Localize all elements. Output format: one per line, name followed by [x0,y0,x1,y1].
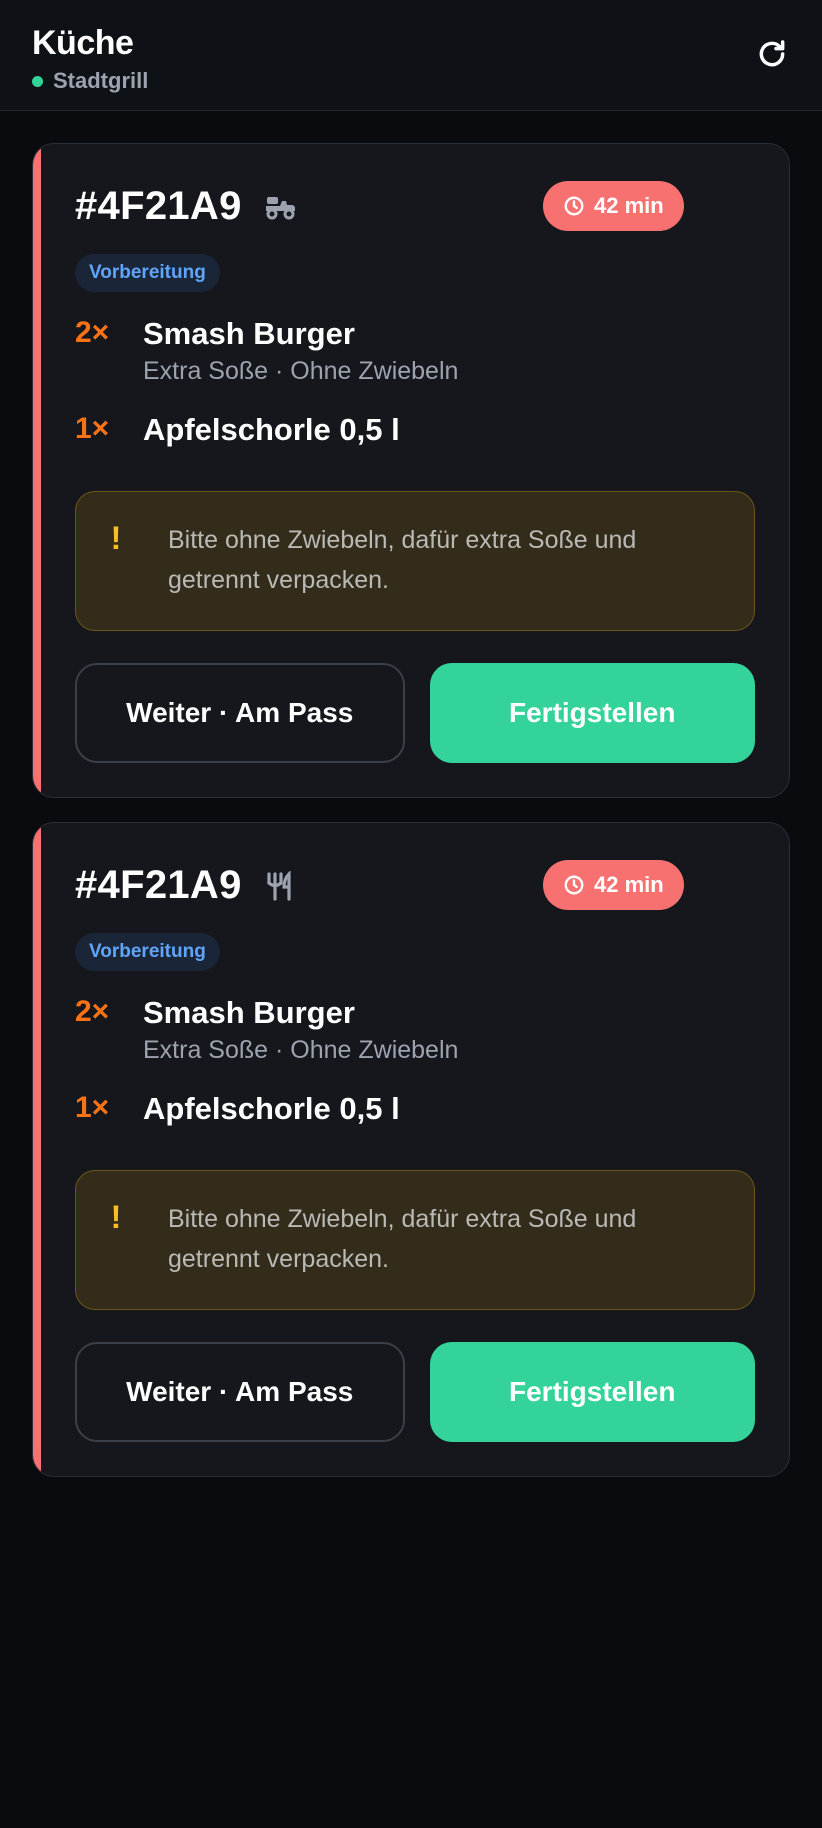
location-indicator: Stadtgrill [32,68,148,94]
order-items: 2× Smash Burger Extra Soße · Ohne Zwiebe… [75,993,755,1151]
complete-order-button[interactable]: Fertigstellen [429,663,755,763]
item-name: Apfelschorle 0,5 l [143,1091,400,1126]
note-text: Bitte ohne Zwiebeln, dafür extra Soße un… [168,1205,637,1273]
status-badge: Vorbereitung [75,254,220,292]
item-quantity: 2× [75,995,110,1028]
refresh-icon [759,40,785,67]
list-item: 1× Apfelschorle 0,5 l [75,410,755,450]
urgency-accent-bar [33,823,41,1476]
complete-order-button[interactable]: Fertigstellen [429,1342,755,1442]
list-item: 1× Apfelschorle 0,5 l [75,1089,755,1129]
delivery-scooter-icon [263,190,297,224]
urgency-accent-bar [33,144,41,797]
note-text: Bitte ohne Zwiebeln, dafür extra Soße un… [168,526,637,594]
order-note: ! Bitte ohne Zwiebeln, dafür extra Soße … [75,1170,755,1310]
clock-icon [564,875,584,895]
app-header: Küche Stadtgrill [0,0,822,111]
status-badge: Vorbereitung [75,933,220,971]
timer-label: 42 min [594,193,664,218]
item-quantity: 1× [75,412,110,445]
clock-icon [564,196,584,216]
exclamation-icon: ! [110,519,122,556]
order-list: #4F21A9 42 min Vorbereitung 2× Smash Bur… [0,111,822,1477]
list-item: 2× Smash Burger Extra Soße · Ohne Zwiebe… [75,993,755,1067]
exclamation-icon: ! [110,1198,122,1235]
list-item: 2× Smash Burger Extra Soße · Ohne Zwiebe… [75,314,755,388]
page-title: Küche [32,24,134,62]
item-name: Smash Burger [143,995,355,1030]
online-status-dot [32,75,43,87]
order-items: 2× Smash Burger Extra Soße · Ohne Zwiebe… [75,314,755,472]
item-name: Smash Burger [143,316,355,351]
refresh-button[interactable] [752,34,792,74]
item-modifiers: Extra Soße · Ohne Zwiebeln [143,1036,459,1064]
timer-badge: 42 min [543,860,684,910]
order-card: #4F21A9 42 min Vorbereitung 2× Smash Bur… [32,143,790,798]
advance-to-pass-button[interactable]: Weiter · Am Pass [75,663,405,763]
order-id: #4F21A9 [75,184,242,228]
item-quantity: 2× [75,316,110,349]
timer-label: 42 min [594,872,664,897]
order-id: #4F21A9 [75,863,242,907]
order-card: #4F21A9 42 min Vorbereitung 2× Smash Bur… [32,822,790,1477]
advance-to-pass-button[interactable]: Weiter · Am Pass [75,1342,405,1442]
timer-badge: 42 min [543,181,684,231]
item-name: Apfelschorle 0,5 l [143,412,400,447]
order-actions: Weiter · Am Pass Fertigstellen [75,1342,755,1442]
item-quantity: 1× [75,1091,110,1124]
order-note: ! Bitte ohne Zwiebeln, dafür extra Soße … [75,491,755,631]
dine-in-cutlery-icon [263,869,297,903]
item-modifiers: Extra Soße · Ohne Zwiebeln [143,357,459,385]
location-label: Stadtgrill [53,68,149,93]
order-actions: Weiter · Am Pass Fertigstellen [75,663,755,763]
